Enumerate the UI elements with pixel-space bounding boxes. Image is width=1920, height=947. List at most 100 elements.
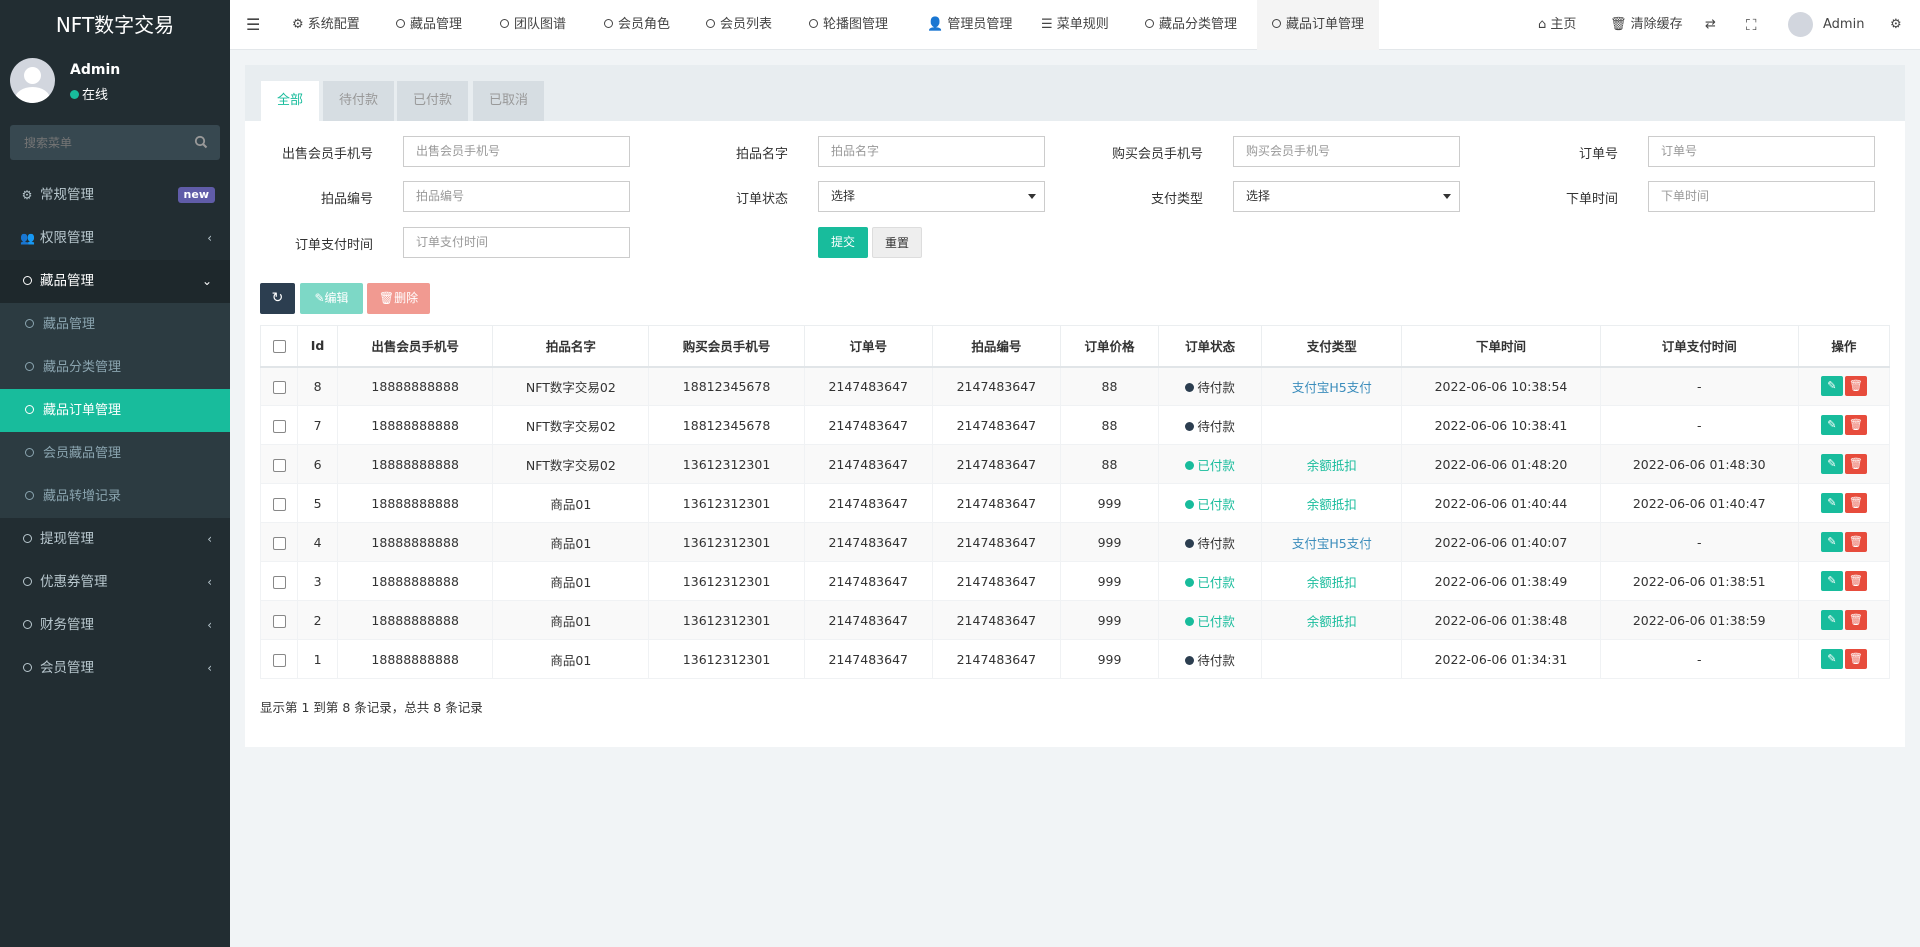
table-row[interactable]: 1 18888888888 商品01 13612312301 2147483647 214… bbox=[259, 639, 1891, 679]
col-item-no[interactable]: 拍品编号 bbox=[931, 325, 1061, 368]
item-name-input[interactable]: 拍品名字 bbox=[818, 136, 1045, 167]
submit-button[interactable]: 提交 bbox=[818, 227, 868, 258]
refresh-button[interactable]: ↻ bbox=[260, 283, 295, 314]
row-checkbox[interactable] bbox=[272, 536, 286, 550]
tab-collections[interactable]: 藏品管理 bbox=[396, 0, 462, 50]
row-edit-button[interactable]: ✎ bbox=[1820, 415, 1843, 435]
sidebar-subitem-member-collections[interactable]: 会员藏品管理 bbox=[0, 432, 230, 475]
clear-cache-button[interactable]: 🗑 清除缓存 bbox=[1610, 0, 1683, 50]
row-delete-button[interactable]: 🗑 bbox=[1844, 532, 1867, 552]
language-icon[interactable]: ⇄ bbox=[1705, 0, 1716, 50]
row-checkbox[interactable] bbox=[272, 497, 286, 511]
table-row[interactable]: 6 18888888888 NFT数字交易02 13612312301 21474836… bbox=[259, 444, 1891, 484]
tab-member-list[interactable]: 会员列表 bbox=[706, 0, 772, 50]
sidebar-item-finance[interactable]: 财务管理 ‹ bbox=[0, 604, 230, 647]
col-order-time[interactable]: 下单时间 bbox=[1401, 325, 1601, 368]
table-row[interactable]: 5 18888888888 商品01 13612312301 2147483647 214… bbox=[259, 483, 1891, 523]
sidebar-subitem-orders[interactable]: 藏品订单管理 bbox=[0, 389, 230, 432]
table-row[interactable]: 7 18888888888 NFT数字交易02 18812345678 21474836… bbox=[259, 405, 1891, 445]
sidebar-search-input[interactable] bbox=[10, 125, 220, 160]
pay-type-select[interactable]: 选择 bbox=[1233, 181, 1460, 212]
col-status[interactable]: 订单状态 bbox=[1158, 325, 1263, 368]
col-order-no[interactable]: 订单号 bbox=[803, 325, 933, 368]
row-delete-button[interactable]: 🗑 bbox=[1844, 493, 1867, 513]
row-checkbox[interactable] bbox=[272, 419, 286, 433]
tab-unpaid[interactable]: 待付款 bbox=[323, 81, 395, 121]
row-edit-button[interactable]: ✎ bbox=[1820, 493, 1843, 513]
row-checkbox[interactable] bbox=[272, 614, 286, 628]
row-delete-button[interactable]: 🗑 bbox=[1844, 571, 1867, 591]
edit-button[interactable]: ✎编辑 bbox=[300, 283, 363, 314]
tab-team-graph[interactable]: 团队图谱 bbox=[500, 0, 566, 50]
table-row[interactable]: 8 18888888888 NFT数字交易02 18812345678 21474836… bbox=[259, 366, 1891, 406]
sidebar-item-permissions[interactable]: 👥 权限管理 ‹ bbox=[0, 217, 230, 260]
tab-system-config[interactable]: ⚙ 系统配置 bbox=[292, 0, 360, 50]
row-checkbox[interactable] bbox=[272, 575, 286, 589]
row-checkbox[interactable] bbox=[272, 653, 286, 667]
col-buyer-phone[interactable]: 购买会员手机号 bbox=[648, 325, 805, 368]
seller-phone-input[interactable]: 出售会员手机号 bbox=[403, 136, 630, 167]
pay-type-label[interactable]: 支付宝H5支付 bbox=[1292, 380, 1372, 395]
home-link[interactable]: ⌂ 主页 bbox=[1538, 0, 1576, 50]
col-item-name[interactable]: 拍品名字 bbox=[492, 325, 650, 368]
sidebar-item-members[interactable]: 会员管理 ‹ bbox=[0, 647, 230, 690]
sidebar-subitem-transfer-records[interactable]: 藏品转增记录 bbox=[0, 475, 230, 518]
row-edit-button[interactable]: ✎ bbox=[1820, 649, 1843, 669]
tab-orders[interactable]: 藏品订单管理 bbox=[1257, 0, 1380, 50]
row-delete-button[interactable]: 🗑 bbox=[1844, 415, 1867, 435]
user-menu[interactable]: Admin bbox=[1788, 0, 1864, 50]
col-id[interactable]: Id bbox=[297, 325, 339, 368]
tab-carousel[interactable]: 轮播图管理 bbox=[809, 0, 888, 50]
item-no-input[interactable]: 拍品编号 bbox=[403, 181, 630, 212]
tab-cancelled[interactable]: 已取消 bbox=[473, 81, 545, 121]
row-edit-button[interactable]: ✎ bbox=[1820, 610, 1843, 630]
delete-button[interactable]: 🗑删除 bbox=[367, 283, 430, 314]
pay-time-input[interactable]: 订单支付时间 bbox=[403, 227, 630, 258]
col-pay-time[interactable]: 订单支付时间 bbox=[1599, 325, 1799, 368]
table-row[interactable]: 2 18888888888 商品01 13612312301 2147483647 214… bbox=[259, 600, 1891, 640]
sidebar-subitem-categories[interactable]: 藏品分类管理 bbox=[0, 346, 230, 389]
row-delete-button[interactable]: 🗑 bbox=[1844, 376, 1867, 397]
tab-admins[interactable]: 👤 管理员管理 bbox=[927, 0, 1012, 50]
order-status-select[interactable]: 选择 bbox=[818, 181, 1045, 212]
buyer-phone-input[interactable]: 购买会员手机号 bbox=[1233, 136, 1460, 167]
row-delete-button[interactable]: 🗑 bbox=[1844, 649, 1867, 669]
pay-type-label[interactable]: 支付宝H5支付 bbox=[1292, 536, 1372, 551]
app-logo-title[interactable]: NFT数字交易 bbox=[0, 0, 230, 50]
search-icon[interactable] bbox=[194, 135, 208, 149]
row-checkbox[interactable] bbox=[272, 380, 286, 394]
sidebar-item-general[interactable]: ⚙ 常规管理 new bbox=[0, 174, 230, 217]
order-no-input[interactable]: 订单号 bbox=[1648, 136, 1875, 167]
tab-all[interactable]: 全部 bbox=[261, 81, 320, 121]
fullscreen-icon[interactable]: ⛶ bbox=[1746, 0, 1757, 50]
table-row[interactable]: 4 18888888888 商品01 13612312301 2147483647 214… bbox=[259, 522, 1891, 562]
col-price[interactable]: 订单价格 bbox=[1059, 325, 1160, 368]
sidebar-item-coupons[interactable]: 优惠券管理 ‹ bbox=[0, 561, 230, 604]
row-checkbox[interactable] bbox=[272, 458, 286, 472]
reset-button[interactable]: 重置 bbox=[872, 227, 922, 258]
col-seller-phone[interactable]: 出售会员手机号 bbox=[337, 325, 494, 368]
settings-icon[interactable]: ⚙ bbox=[1890, 0, 1902, 50]
row-edit-button[interactable]: ✎ bbox=[1820, 571, 1843, 591]
pay-type-label[interactable]: 余额抵扣 bbox=[1307, 458, 1357, 473]
tab-categories[interactable]: 藏品分类管理 bbox=[1145, 0, 1237, 50]
tab-menu-rules[interactable]: ☰ 菜单规则 bbox=[1041, 0, 1109, 50]
tab-paid[interactable]: 已付款 bbox=[397, 81, 469, 121]
row-delete-button[interactable]: 🗑 bbox=[1844, 610, 1867, 630]
row-edit-button[interactable]: ✎ bbox=[1820, 454, 1843, 474]
sidebar-subitem-collections[interactable]: 藏品管理 bbox=[0, 303, 230, 346]
row-delete-button[interactable]: 🗑 bbox=[1844, 454, 1867, 474]
row-edit-button[interactable]: ✎ bbox=[1820, 532, 1843, 552]
order-time-input[interactable]: 下单时间 bbox=[1648, 181, 1875, 212]
table-row[interactable]: 3 18888888888 商品01 13612312301 2147483647 214… bbox=[259, 561, 1891, 601]
menu-toggle-icon[interactable]: ☰ bbox=[246, 0, 260, 50]
pay-type-label[interactable]: 余额抵扣 bbox=[1307, 497, 1357, 512]
col-pay-type[interactable]: 支付类型 bbox=[1261, 325, 1403, 368]
select-all-checkbox[interactable] bbox=[272, 340, 286, 354]
pay-type-label[interactable]: 余额抵扣 bbox=[1307, 575, 1357, 590]
pay-type-label[interactable]: 余额抵扣 bbox=[1307, 614, 1357, 629]
sidebar-item-withdrawals[interactable]: 提现管理 ‹ bbox=[0, 518, 230, 561]
tab-member-roles[interactable]: 会员角色 bbox=[604, 0, 670, 50]
sidebar-item-collections[interactable]: 藏品管理 ⌄ bbox=[0, 260, 230, 303]
row-edit-button[interactable]: ✎ bbox=[1820, 376, 1843, 397]
